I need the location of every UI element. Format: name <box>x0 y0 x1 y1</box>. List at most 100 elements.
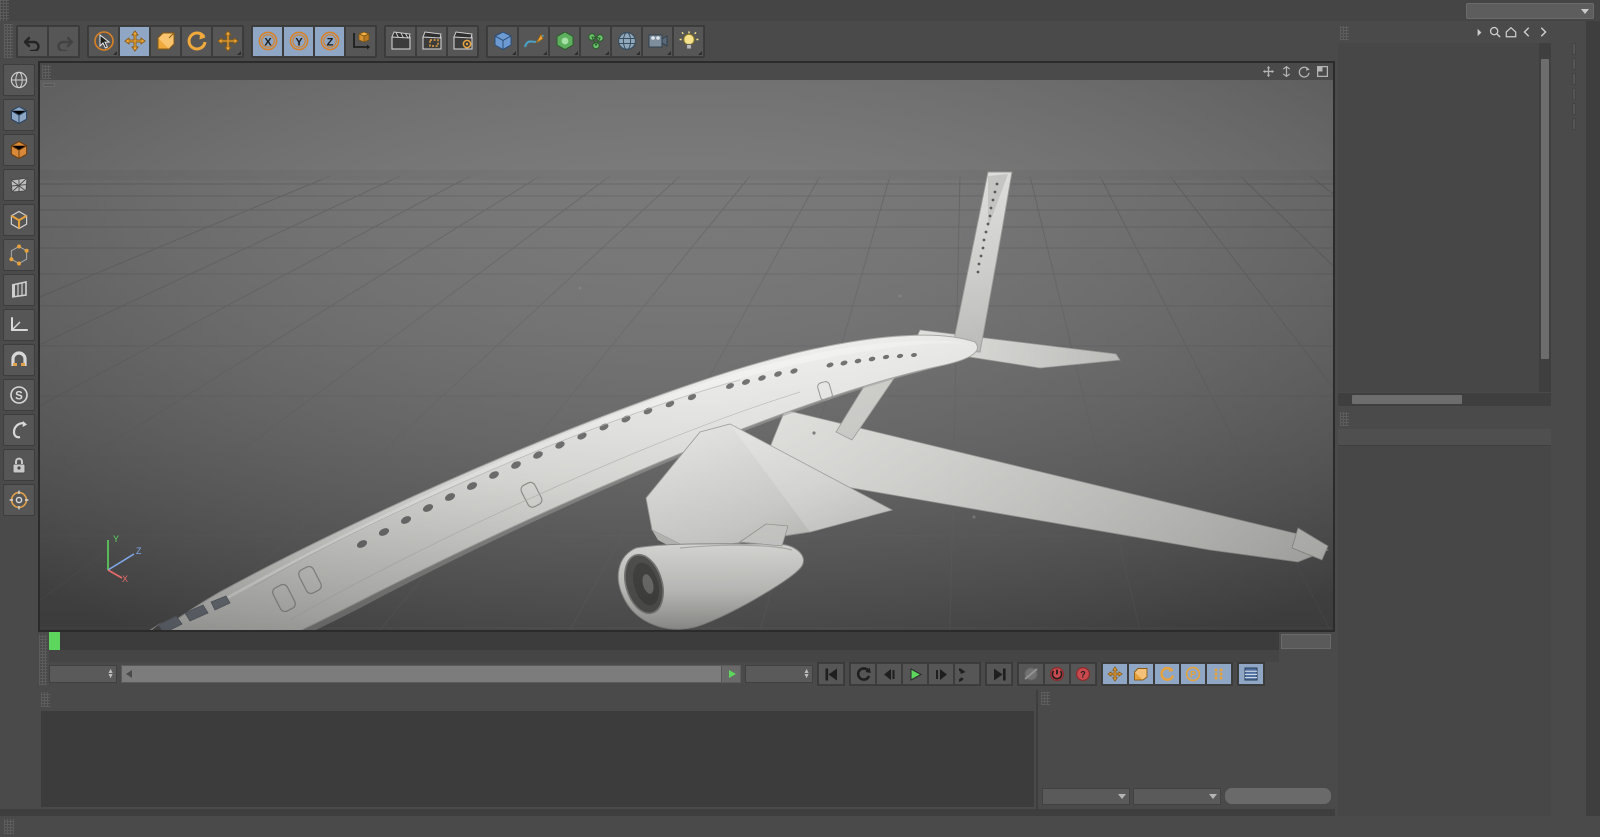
play-reverse-button[interactable] <box>876 663 902 685</box>
search-icon[interactable] <box>1489 26 1501 38</box>
autokeying-button[interactable] <box>1044 663 1070 685</box>
current-frame-input[interactable]: ▲ ▼ <box>49 665 117 683</box>
transform-tool-button[interactable] <box>212 25 243 57</box>
tab-takes[interactable] <box>1572 58 1576 70</box>
object-tree[interactable] <box>1338 43 1551 392</box>
spinner-icon[interactable]: ▲ ▼ <box>803 668 810 680</box>
toolbar-grip[interactable] <box>4 24 13 58</box>
tool-polygon-mode[interactable] <box>3 169 35 201</box>
main-toolbar: X Y Z <box>0 21 1335 61</box>
move-tool-button[interactable] <box>119 25 150 57</box>
step-forward-keyframe-button[interactable] <box>928 663 954 685</box>
tab-attributes[interactable] <box>1572 103 1576 115</box>
record-scale-button[interactable] <box>1128 663 1154 685</box>
forward-icon[interactable] <box>1537 26 1549 38</box>
record-group: ? <box>1017 662 1097 686</box>
add-cube-button[interactable] <box>487 25 518 57</box>
tool-edge-mode[interactable] <box>3 204 35 236</box>
redo-button[interactable] <box>48 25 79 57</box>
object-manager-grip[interactable] <box>1340 26 1349 40</box>
render-view-button[interactable] <box>385 25 416 57</box>
play-forward-button[interactable] <box>902 663 928 685</box>
timeline-settings-button[interactable] <box>1238 663 1264 685</box>
axis-x-button[interactable]: X <box>252 25 283 57</box>
timeline-scrubber[interactable] <box>121 665 741 683</box>
spinner-icon[interactable]: ▲ ▼ <box>107 668 114 680</box>
rotate-tool-button[interactable] <box>181 25 212 57</box>
tool-enable-axis[interactable]: S <box>3 379 35 411</box>
timeline-ruler[interactable] <box>49 632 1279 650</box>
timeline-grip[interactable] <box>39 635 47 685</box>
tool-lock-axis[interactable] <box>3 449 35 481</box>
preview-end-input[interactable]: ▲ ▼ <box>745 665 813 683</box>
add-generator-button[interactable] <box>549 25 580 57</box>
live-selection-button[interactable] <box>88 25 119 57</box>
tool-animation-mode[interactable] <box>3 274 35 306</box>
go-to-start-button[interactable] <box>818 663 844 685</box>
flyout-corner-icon <box>512 50 516 55</box>
layout-dropdown[interactable] <box>1466 3 1594 19</box>
object-tree-hscrollbar[interactable] <box>1338 393 1551 406</box>
coordinates-header <box>1038 690 1335 707</box>
viewport-grip[interactable] <box>42 64 51 79</box>
render-settings-button[interactable] <box>447 25 478 57</box>
tool-point-mode[interactable] <box>3 239 35 271</box>
scroll-thumb[interactable] <box>1352 395 1462 404</box>
layer-manager-grip[interactable] <box>1340 412 1349 426</box>
back-icon[interactable] <box>1521 26 1533 38</box>
record-rotation-button[interactable] <box>1154 663 1180 685</box>
chevron-right-icon[interactable] <box>1474 27 1485 38</box>
coordinate-mode-dropdown[interactable] <box>1133 787 1221 805</box>
object-manager <box>1338 24 1551 406</box>
add-camera-button[interactable] <box>642 25 673 57</box>
layer-list[interactable] <box>1338 429 1551 816</box>
keyframe-selection-button[interactable]: ? <box>1070 663 1096 685</box>
record-parameter-button[interactable] <box>1206 663 1232 685</box>
tool-magnet[interactable] <box>3 344 35 376</box>
record-active-objects-button[interactable] <box>1018 663 1044 685</box>
record-position-button[interactable] <box>1102 663 1128 685</box>
coordinates-grip[interactable] <box>1041 692 1050 705</box>
tab-objects[interactable] <box>1572 43 1576 55</box>
coordinate-system-dropdown[interactable] <box>1042 787 1130 805</box>
tool-texture-axis[interactable] <box>3 64 35 96</box>
add-scene-object-button[interactable] <box>611 25 642 57</box>
layer-manager-menu <box>1338 410 1551 428</box>
scale-tool-button[interactable] <box>150 25 181 57</box>
add-spline-button[interactable] <box>518 25 549 57</box>
home-icon[interactable] <box>1505 26 1517 38</box>
tool-object-mode[interactable] <box>3 134 35 166</box>
tool-snap[interactable] <box>3 484 35 516</box>
object-tree-vscrollbar[interactable] <box>1539 43 1551 392</box>
apply-button[interactable] <box>1224 787 1332 805</box>
undo-button[interactable] <box>17 25 48 57</box>
tool-workplane[interactable] <box>3 309 35 341</box>
status-grip[interactable] <box>4 819 14 834</box>
tab-structure[interactable] <box>1572 88 1576 100</box>
world-object-coord-button[interactable] <box>345 25 376 57</box>
tab-content-browser[interactable] <box>1572 73 1576 85</box>
svg-text:S: S <box>15 390 23 402</box>
loop-button[interactable] <box>954 663 980 685</box>
go-to-end-button[interactable] <box>986 663 1012 685</box>
timeline-end-field[interactable] <box>1281 634 1331 649</box>
axis-y-button[interactable]: Y <box>283 25 314 57</box>
tool-viewport-solo[interactable] <box>3 414 35 446</box>
material-grip[interactable] <box>41 692 50 707</box>
record-pla-button[interactable]: P <box>1180 663 1206 685</box>
tool-model-mode[interactable] <box>3 99 35 131</box>
scroll-thumb[interactable] <box>1541 59 1549 359</box>
perspective-viewport[interactable]: Y Z X <box>40 80 1333 630</box>
transform-tools-group <box>87 24 244 58</box>
pan-view-icon <box>1262 65 1275 78</box>
render-region-button[interactable] <box>416 25 447 57</box>
add-deformer-button[interactable] <box>580 25 611 57</box>
material-list[interactable] <box>41 711 1034 807</box>
add-light-button[interactable] <box>673 25 704 57</box>
current-frame-marker[interactable] <box>49 632 60 650</box>
axis-z-button[interactable]: Z <box>314 25 345 57</box>
step-back-keyframe-button[interactable] <box>850 663 876 685</box>
scrub-left-icon <box>126 670 132 678</box>
tab-layers[interactable] <box>1572 118 1576 130</box>
range-end-tag[interactable] <box>721 666 740 682</box>
